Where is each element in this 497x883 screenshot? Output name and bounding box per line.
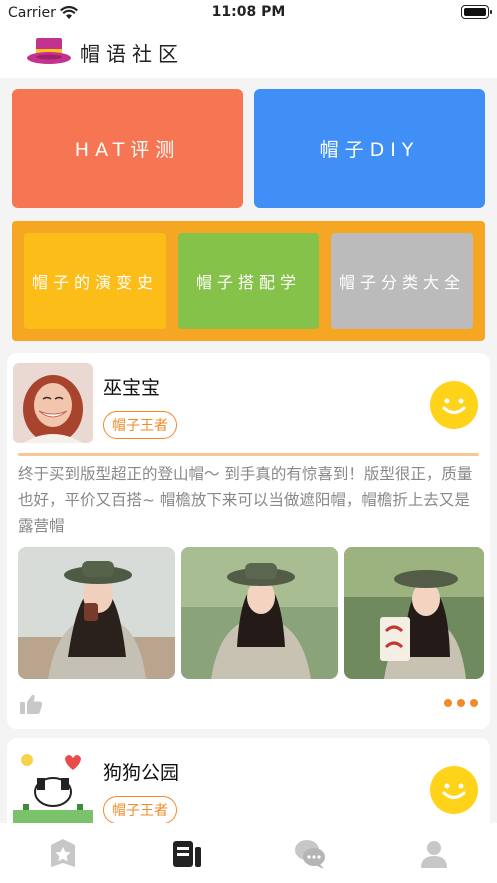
post-photo[interactable] [181, 547, 338, 679]
divider [18, 453, 479, 456]
category-hat-history[interactable]: 帽子的演变史 [24, 233, 166, 329]
clock: 11:08 PM [211, 4, 286, 20]
profile-icon[interactable] [417, 837, 451, 871]
post-card[interactable]: 巫宝宝 帽子王者 终于买到版型超正的登山帽～ 到手真的有惊喜到！版型很正，质量也… [7, 353, 490, 729]
app-header: 帽语社区 [0, 26, 497, 78]
post-photo[interactable] [344, 547, 484, 679]
tab-bar [0, 823, 497, 883]
chat-smile-icon[interactable] [430, 766, 478, 814]
like-icon[interactable] [19, 693, 43, 719]
user-name[interactable]: 狗狗公园 [103, 758, 179, 785]
post-list-icon[interactable] [170, 837, 204, 871]
app-title: 帽语社区 [80, 42, 184, 66]
chat-smile-icon[interactable] [430, 381, 478, 429]
hat-review-tile[interactable]: HAT评测 [12, 89, 243, 208]
category-panel: 帽子的演变史 帽子搭配学 帽子分类大全 [12, 221, 485, 341]
category-hat-matching[interactable]: 帽子搭配学 [178, 233, 319, 329]
avatar[interactable] [13, 748, 93, 828]
more-options-icon[interactable] [444, 699, 478, 707]
post-photo[interactable] [18, 547, 175, 679]
avatar[interactable] [13, 363, 93, 443]
user-rank-badge: 帽子王者 [103, 411, 177, 439]
user-rank-badge: 帽子王者 [103, 796, 177, 824]
hat-diy-tile[interactable]: 帽子DIY [254, 89, 485, 208]
chat-bubbles-icon[interactable] [293, 837, 327, 871]
home-badge-icon[interactable] [46, 837, 80, 871]
hat-icon [26, 36, 72, 70]
category-hat-types[interactable]: 帽子分类大全 [331, 233, 473, 329]
battery-icon [461, 5, 492, 19]
status-bar: Carrier 11:08 PM [0, 0, 497, 26]
post-text: 终于买到版型超正的登山帽～ 到手真的有惊喜到！版型很正，质量也好，平价又百搭~ … [18, 465, 473, 535]
user-name[interactable]: 巫宝宝 [103, 373, 160, 400]
